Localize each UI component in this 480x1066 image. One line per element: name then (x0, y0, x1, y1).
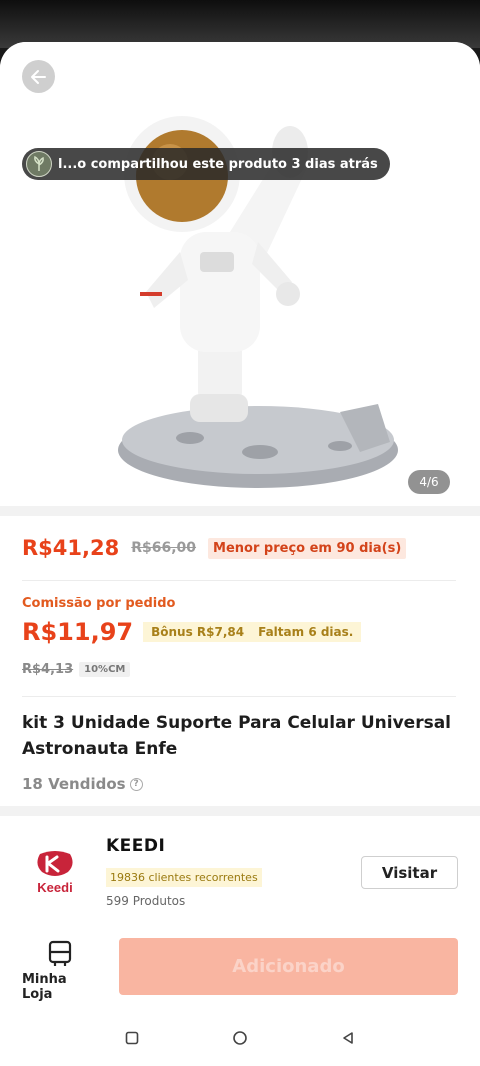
back-nav-button[interactable] (339, 1029, 357, 1047)
section-divider (0, 806, 480, 816)
commission-old-row: R$4,13 10%CM (22, 662, 131, 677)
product-sheet: l...o compartilhou este produto 3 dias a… (0, 42, 480, 1066)
back-button[interactable] (22, 60, 55, 93)
visit-store-button[interactable]: Visitar (361, 856, 458, 889)
product-title: kit 3 Unidade Suporte Para Celular Unive… (22, 713, 452, 759)
lowest-price-tag: Menor preço em 90 dia(s) (208, 537, 407, 559)
days-left: Faltam 6 dias. (258, 625, 354, 639)
share-notice: l...o compartilhou este produto 3 dias a… (22, 148, 390, 180)
product-gallery[interactable]: l...o compartilhou este produto 3 dias a… (0, 42, 480, 506)
my-shop-label: Minha Loja (22, 972, 67, 1002)
sold-count[interactable]: 18 Vendidos ? (22, 775, 143, 793)
question-icon[interactable]: ? (129, 777, 143, 791)
image-counter: 4/6 (408, 470, 450, 494)
system-nav-bar (0, 1010, 480, 1066)
logo-text: Keedi (37, 880, 72, 895)
commission-value: R$11,97 (22, 618, 134, 646)
commission-old: R$4,13 (22, 662, 74, 677)
original-price: R$66,00 (131, 540, 197, 556)
added-button[interactable]: Adicionado (119, 938, 458, 995)
bonus-badge: Bônus R$7,84 Faltam 6 dias. (143, 622, 362, 642)
arrow-left-icon (30, 69, 46, 84)
section-divider (0, 506, 480, 516)
share-text: l...o compartilhou este produto 3 dias a… (58, 156, 378, 172)
triangle-back-icon (343, 1032, 353, 1044)
store-product-count: 599 Produtos (106, 894, 186, 908)
square-icon (125, 1031, 139, 1045)
avatar (26, 151, 52, 177)
home-button[interactable] (231, 1029, 249, 1047)
store-logo[interactable]: Keedi (30, 850, 80, 896)
commission-label: Comissão por pedido (22, 596, 176, 611)
background-overlay (0, 0, 480, 48)
divider (22, 696, 456, 697)
repeat-customers-badge: 19836 clientes recorrentes (106, 868, 262, 887)
current-price: R$41,28 (22, 536, 120, 560)
commission-row: R$11,97 Bônus R$7,84 Faltam 6 dias. (22, 618, 362, 646)
store-icon (48, 940, 72, 966)
circle-icon (233, 1031, 247, 1045)
sold-text: 18 Vendidos (22, 775, 126, 793)
store-name[interactable]: KEEDI (106, 836, 165, 856)
bonus-text: Bônus R$7,84 (151, 625, 245, 639)
my-shop-button[interactable]: Minha Loja (22, 940, 98, 1002)
price-row: R$41,28 R$66,00 Menor preço em 90 dia(s) (22, 536, 407, 560)
recents-button[interactable] (123, 1029, 141, 1047)
divider (22, 580, 456, 581)
plant-icon (34, 155, 44, 171)
commission-rate-badge: 10%CM (79, 662, 131, 677)
